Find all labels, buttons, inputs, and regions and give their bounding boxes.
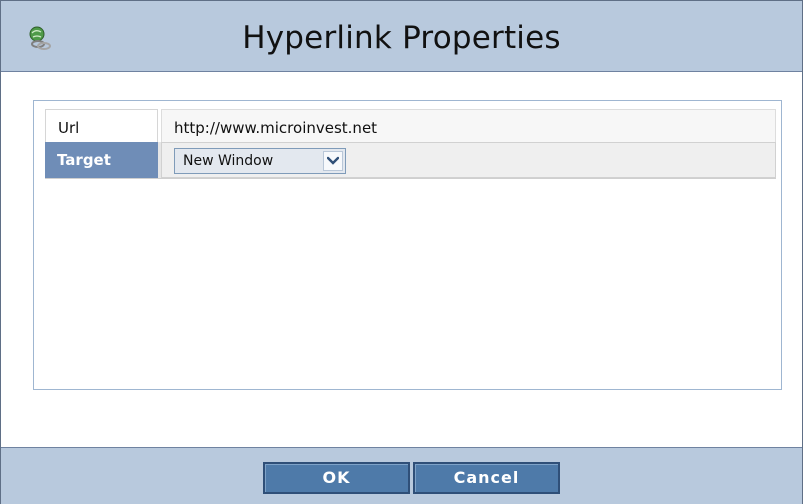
target-row: Target New Window (45, 142, 776, 179)
target-field: New Window (161, 142, 776, 178)
chevron-down-icon[interactable] (323, 151, 343, 171)
url-input[interactable]: http://www.microinvest.net (161, 109, 776, 145)
target-selected-value: New Window (183, 153, 274, 169)
url-label: Url (45, 109, 158, 145)
properties-panel: Url http://www.microinvest.net Target Ne… (33, 100, 782, 390)
dialog-titlebar: Hyperlink Properties (1, 1, 802, 72)
url-row: Url http://www.microinvest.net (45, 109, 776, 145)
target-select[interactable]: New Window (174, 148, 346, 174)
dialog-footer: OK Cancel (1, 447, 802, 504)
dialog-title: Hyperlink Properties (242, 20, 561, 56)
target-label: Target (45, 142, 158, 178)
hyperlink-properties-dialog: Hyperlink Properties Url http://www.micr… (0, 0, 803, 504)
ok-button[interactable]: OK (263, 462, 410, 494)
cancel-button[interactable]: Cancel (413, 462, 560, 494)
dialog-content: Url http://www.microinvest.net Target Ne… (1, 72, 802, 447)
